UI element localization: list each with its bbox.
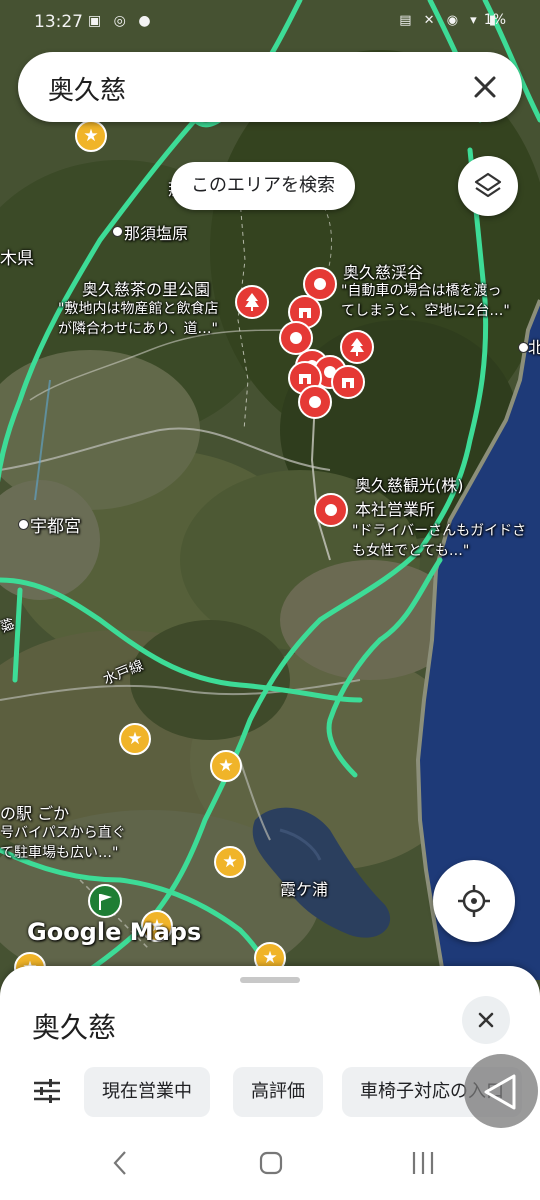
city-dot bbox=[18, 519, 29, 530]
park-pin[interactable] bbox=[340, 330, 374, 364]
map-label-road-station-desc2: て駐車場も広い…" bbox=[0, 845, 119, 861]
map-label-kasumigaura: 霞ケ浦 bbox=[280, 880, 329, 899]
layers-icon bbox=[474, 172, 502, 198]
nav-recents-button[interactable] bbox=[408, 1148, 438, 1178]
chip-top-rated[interactable]: 高評価 bbox=[233, 1067, 323, 1117]
sheet-close-button[interactable] bbox=[462, 996, 510, 1044]
map-label-north: 北 bbox=[528, 338, 540, 357]
place-snippet: も女性でとても…" bbox=[352, 543, 470, 559]
my-location-button[interactable] bbox=[433, 860, 515, 942]
filter-settings-button[interactable] bbox=[32, 1076, 62, 1106]
layers-button[interactable] bbox=[458, 156, 518, 216]
place-snippet: てしまうと、空地に2台…" bbox=[341, 303, 510, 319]
sheet-title: 奥久慈 bbox=[32, 1011, 117, 1044]
saved-star-icon[interactable]: ★ bbox=[210, 750, 242, 782]
search-bar[interactable]: 奥久慈 bbox=[18, 52, 522, 122]
nav-back-button[interactable] bbox=[106, 1148, 136, 1178]
status-time: 13:27 bbox=[34, 12, 83, 32]
map-label-road-station: の駅 ごか bbox=[0, 804, 70, 823]
place-name-tourism-office: 本社営業所 bbox=[355, 500, 436, 519]
saved-star-icon[interactable]: ★ bbox=[119, 723, 151, 755]
place-snippet: "敷地内は物産館と飲食店 bbox=[58, 301, 219, 317]
map-label-prefecture: 木県 bbox=[0, 249, 34, 269]
place-pin[interactable] bbox=[298, 385, 332, 419]
close-icon bbox=[474, 76, 496, 98]
place-snippet: "自動車の場合は橋を渡っ bbox=[341, 283, 502, 299]
triangle-back-icon bbox=[484, 1074, 516, 1110]
saved-star-icon[interactable]: ★ bbox=[214, 846, 246, 878]
place-name-tea-park[interactable]: 奥久慈茶の里公園 bbox=[82, 276, 210, 300]
shop-pin[interactable] bbox=[331, 365, 365, 399]
sheet-drag-handle[interactable] bbox=[240, 977, 300, 983]
nav-home-button[interactable] bbox=[256, 1148, 286, 1178]
battery-level: 1% bbox=[483, 12, 506, 28]
map-label-road-station-desc1: 号バイパスから直ぐ bbox=[0, 825, 126, 841]
map-label-nasushiobara: 那須塩原 bbox=[124, 224, 189, 243]
chip-open-now[interactable]: 現在営業中 bbox=[84, 1067, 210, 1117]
place-snippet: "ドライバーさんもガイドさ bbox=[352, 523, 527, 539]
search-this-area-button[interactable]: このエリアを検索 bbox=[171, 162, 355, 210]
place-snippet: が隣合わせにあり、道…" bbox=[58, 321, 218, 337]
home-square-icon bbox=[259, 1151, 283, 1175]
saved-star-icon[interactable]: ★ bbox=[75, 120, 107, 152]
place-name-tourism[interactable]: 奥久慈観光(株) bbox=[355, 472, 464, 496]
search-query[interactable]: 奥久慈 bbox=[48, 70, 126, 107]
close-icon bbox=[478, 1012, 494, 1028]
system-nav-bar bbox=[0, 1128, 540, 1200]
recents-icon bbox=[412, 1152, 434, 1174]
crosshair-icon bbox=[458, 885, 490, 917]
road-station-pin[interactable] bbox=[88, 884, 122, 918]
status-bar: 13:27 ▣ ◎ ● ▤ ✕ ◉ ▾ ▮ 1% bbox=[0, 0, 540, 44]
city-dot bbox=[112, 226, 123, 237]
chevron-left-icon bbox=[113, 1151, 126, 1175]
floating-back-button[interactable] bbox=[464, 1054, 538, 1128]
sliders-icon bbox=[34, 1079, 60, 1103]
google-maps-logo: Google Maps bbox=[27, 918, 202, 946]
clear-search-button[interactable] bbox=[468, 70, 502, 104]
map-label-utsunomiya: 宇都宮 bbox=[30, 517, 81, 537]
place-pin[interactable] bbox=[314, 493, 348, 527]
status-left-icons: ▣ ◎ ● bbox=[88, 13, 155, 29]
park-pin[interactable] bbox=[235, 285, 269, 319]
